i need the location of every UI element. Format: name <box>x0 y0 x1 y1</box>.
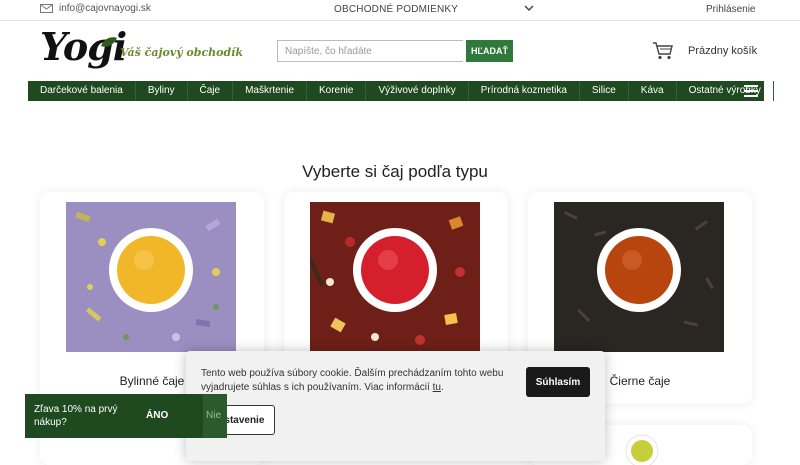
cookie-banner: Tento web používa súbory cookie. Ďalším … <box>186 351 605 461</box>
hamburger-menu-icon[interactable] <box>744 85 758 97</box>
cookie-text-end: . <box>440 382 444 393</box>
nav-item-herbs[interactable]: Byliny <box>136 81 188 101</box>
cookie-message: Tento web používa súbory cookie. Ďalším … <box>201 368 504 393</box>
nav-item-coffee[interactable]: Káva <box>629 81 677 101</box>
terms-link[interactable]: OBCHODNÉ PODMIENKY <box>334 4 458 15</box>
search-button[interactable]: HĽADAŤ <box>466 40 513 62</box>
cookie-text: Tento web používa súbory cookie. Ďalším … <box>201 367 521 395</box>
leaf-icon <box>101 37 117 47</box>
black-tea-image <box>554 202 724 352</box>
nav-item-sweets[interactable]: Maškrtenie <box>233 81 307 101</box>
cart-icon <box>653 42 673 60</box>
fruit-tea-image <box>310 202 480 352</box>
cart-label: Prázdny košík <box>688 45 758 57</box>
logo[interactable]: Yogi Váš čajový obchodík <box>40 24 243 70</box>
discount-no-panel: Nie <box>203 394 227 438</box>
nav-item-essential-oils[interactable]: Silice <box>580 81 629 101</box>
discount-message: Zľava 10% na prvý nákup? <box>34 404 118 428</box>
main-nav: Darčekové balenia Byliny Čaje Maškrtenie… <box>28 81 774 101</box>
discount-yes-button[interactable]: ÁNO <box>146 410 168 421</box>
cart[interactable]: Prázdny košík <box>652 42 757 60</box>
nav-item-gift-packs[interactable]: Darčekové balenia <box>28 81 136 101</box>
contact-email[interactable]: info@cajovnayogi.sk <box>40 3 151 14</box>
nav-item-teas[interactable]: Čaje <box>188 81 234 101</box>
cookie-accept-button[interactable]: Súhlasím <box>526 367 590 397</box>
section-title: Vyberte si čaj podľa typu <box>302 162 488 181</box>
top-bar: info@cajovnayogi.sk OBCHODNÉ PODMIENKY P… <box>0 0 800 21</box>
nav-item-cosmetics[interactable]: Prírodná kozmetika <box>469 81 580 101</box>
nav-item-supplements[interactable]: Výživové doplnky <box>366 81 469 101</box>
logo-tagline: Váš čajový obchodík <box>120 46 243 59</box>
discount-popup: Zľava 10% na prvý nákup? ÁNO Nie <box>25 394 227 438</box>
nav-item-other[interactable]: Ostatné výrobky <box>677 81 774 101</box>
chevron-down-icon[interactable] <box>524 3 534 13</box>
nav-item-spices[interactable]: Korenie <box>307 81 367 101</box>
herbal-tea-image <box>66 202 236 352</box>
login-link[interactable]: Prihlásenie <box>706 4 755 15</box>
cookie-more-info-link[interactable]: tu <box>433 382 441 393</box>
envelope-icon <box>40 4 53 13</box>
search-bar: HĽADAŤ <box>277 40 513 62</box>
discount-no-button[interactable]: Nie <box>206 410 221 421</box>
search-input[interactable] <box>277 40 463 62</box>
contact-email-text: info@cajovnayogi.sk <box>59 3 151 14</box>
